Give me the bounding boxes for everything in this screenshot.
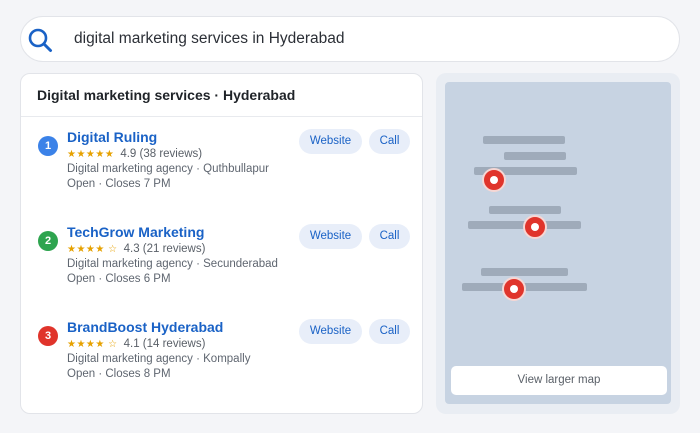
- business-name[interactable]: TechGrow Marketing: [67, 224, 204, 240]
- map-pin-icon[interactable]: [482, 168, 506, 192]
- category-location: Digital marketing agency · Secunderabad: [67, 258, 278, 270]
- call-button[interactable]: Call: [369, 129, 410, 154]
- hours-status: Open · Closes 7 PM: [67, 178, 171, 190]
- listing-item: 3 BrandBoost Hyderabad ★★★★ ☆ 4.1 (14 rev…: [21, 319, 422, 409]
- business-name[interactable]: BrandBoost Hyderabad: [67, 319, 223, 335]
- rating-text: 4.1 (14 reviews): [123, 338, 206, 350]
- map-road: [489, 206, 561, 214]
- star-rating-icon: ★★★★★: [67, 149, 115, 160]
- map-road: [504, 152, 566, 160]
- view-larger-map-button[interactable]: View larger map: [451, 366, 667, 395]
- results-title: Digital marketing services · Hyderabad: [37, 87, 296, 103]
- call-button[interactable]: Call: [369, 224, 410, 249]
- listing-item: 1 Digital Ruling ★★★★★ 4.9 (38 reviews) D…: [21, 129, 422, 219]
- website-button[interactable]: Website: [299, 319, 362, 344]
- rank-badge: 3: [38, 326, 58, 346]
- hours-status: Open · Closes 6 PM: [67, 273, 171, 285]
- search-icon[interactable]: [27, 27, 53, 53]
- star-rating-icon: ★★★★ ☆: [67, 244, 118, 255]
- star-rating-icon: ★★★★ ☆: [67, 339, 118, 350]
- rating-line: ★★★★ ☆ 4.3 (21 reviews): [67, 243, 205, 255]
- map-pin-icon[interactable]: [523, 215, 547, 239]
- results-panel: Digital marketing services · Hyderabad 1…: [20, 73, 423, 414]
- rank-badge: 2: [38, 231, 58, 251]
- map-pin-icon[interactable]: [502, 277, 526, 301]
- hours-status: Open · Closes 8 PM: [67, 368, 171, 380]
- listing-item: 2 TechGrow Marketing ★★★★ ☆ 4.3 (21 revie…: [21, 224, 422, 314]
- website-button[interactable]: Website: [299, 224, 362, 249]
- website-button[interactable]: Website: [299, 129, 362, 154]
- rating-line: ★★★★ ☆ 4.1 (14 reviews): [67, 338, 205, 350]
- rating-line: ★★★★★ 4.9 (38 reviews): [67, 148, 202, 160]
- business-name[interactable]: Digital Ruling: [67, 129, 157, 145]
- call-button[interactable]: Call: [369, 319, 410, 344]
- rank-badge: 1: [38, 136, 58, 156]
- results-header: Digital marketing services · Hyderabad: [21, 74, 422, 117]
- map-road: [483, 136, 565, 144]
- category-location: Digital marketing agency · Quthbullapur: [67, 163, 269, 175]
- search-bar[interactable]: digital marketing services in Hyderabad: [20, 16, 680, 62]
- rating-text: 4.3 (21 reviews): [123, 243, 206, 255]
- search-input[interactable]: digital marketing services in Hyderabad: [74, 30, 345, 48]
- map-road: [481, 268, 568, 276]
- map-area[interactable]: [445, 82, 671, 404]
- category-location: Digital marketing agency · Kompally: [67, 353, 251, 365]
- rating-text: 4.9 (38 reviews): [120, 148, 203, 160]
- map-panel: View larger map: [436, 73, 680, 414]
